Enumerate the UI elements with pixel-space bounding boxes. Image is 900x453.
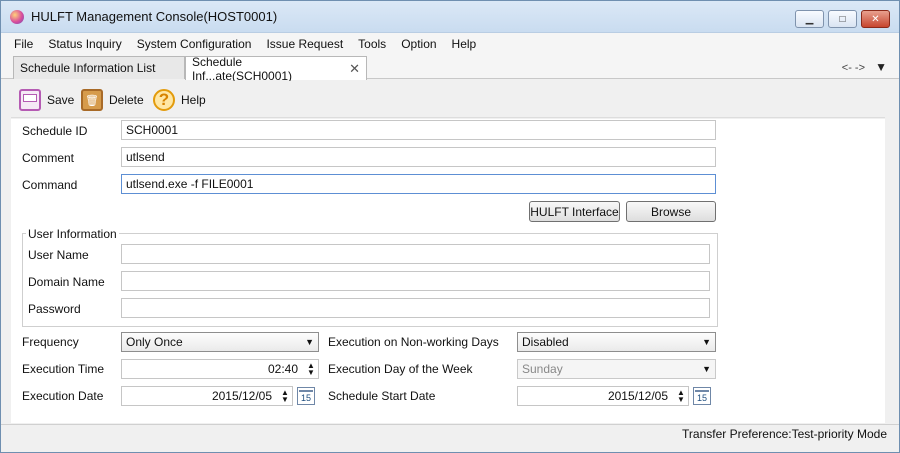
toolbar: Save 🗑 Delete ? Help [11,81,885,118]
non-working-days-label: Execution on Non-working Days [328,335,499,349]
browse-button[interactable]: Browse [626,201,716,222]
app-icon [10,10,24,24]
menu-issue-request[interactable]: Issue Request [266,37,343,51]
window-title: HULFT Management Console(HOST0001) [31,9,278,24]
schedule-id-field[interactable]: SCH0001 [121,120,716,140]
help-label: Help [181,93,206,107]
domain-name-field[interactable] [121,271,710,291]
frequency-value: Only Once [126,335,183,349]
title-bar: HULFT Management Console(HOST0001) ▁ □ ✕ [1,1,899,33]
menu-option[interactable]: Option [401,37,436,51]
frequency-label: Frequency [22,335,79,349]
execution-day-label: Execution Day of the Week [328,362,473,376]
minimize-button[interactable]: ▁ [795,10,824,28]
maximize-button[interactable]: □ [828,10,857,28]
view-menu-icon[interactable]: ▼ [875,60,887,74]
close-icon[interactable]: ✕ [349,61,360,77]
calendar-icon[interactable]: 15 [297,387,315,405]
password-label: Password [28,302,81,316]
frequency-select[interactable]: Only Once ▼ [121,332,319,352]
tab-label: Schedule Inf...ate(SCH0001) [192,54,293,83]
password-field[interactable] [121,298,710,318]
execution-date-spinner[interactable]: 2015/12/05 [121,386,293,406]
save-icon [19,89,41,111]
menu-file[interactable]: File [14,37,33,51]
chevron-down-icon: ▼ [702,364,711,374]
spinner-arrows-icon[interactable]: ▲ ▼ [675,389,687,404]
execution-date-label: Execution Date [22,389,104,403]
menu-bar: File Status Inquiry System Configuration… [1,33,899,55]
spinner-arrows-icon[interactable]: ▲ ▼ [305,362,317,377]
tab-navigation-arrows[interactable]: <- -> [842,62,865,74]
schedule-start-date-spinner[interactable]: 2015/12/05 [517,386,689,406]
menu-system-configuration[interactable]: System Configuration [137,37,252,51]
comment-field[interactable]: utlsend [121,147,716,167]
save-label: Save [47,93,75,107]
user-name-label: User Name [28,248,89,262]
user-name-field[interactable] [121,244,710,264]
non-working-days-select[interactable]: Disabled ▼ [517,332,716,352]
help-icon: ? [153,89,175,111]
execution-time-spinner[interactable]: 02:40 [121,359,319,379]
status-bar: Transfer Preference:Test-priority Mode [1,424,899,452]
hulft-interface-button[interactable]: HULFT Interface [529,201,620,222]
transfer-preference-status: Transfer Preference:Test-priority Mode [682,427,887,441]
user-information-title: User Information [26,227,119,241]
command-label: Command [22,178,78,192]
menu-tools[interactable]: Tools [358,37,386,51]
comment-label: Comment [22,151,75,165]
main-window: HULFT Management Console(HOST0001) ▁ □ ✕… [0,0,900,453]
delete-icon: 🗑 [81,89,103,111]
tab-schedule-information-list[interactable]: Schedule Information List [13,56,185,79]
tab-schedule-information-update[interactable]: Schedule Inf...ate(SCH0001) ✕ [185,54,367,83]
menu-help[interactable]: Help [452,37,477,51]
tab-label: Schedule Information List [20,61,156,75]
chevron-down-icon: ▼ [702,337,711,347]
menu-status-inquiry[interactable]: Status Inquiry [48,37,121,51]
save-button[interactable]: Save [19,86,74,114]
command-field[interactable]: utlsend.exe -f FILE0001 [121,174,716,194]
tab-bar: Schedule Information List Schedule Inf..… [1,54,899,83]
execution-time-label: Execution Time [22,362,105,376]
help-button[interactable]: ? Help [153,86,206,114]
schedule-form: Schedule ID SCH0001 Comment utlsend Comm… [11,119,885,423]
close-window-button[interactable]: ✕ [861,10,890,28]
execution-day-value: Sunday [522,362,563,376]
delete-label: Delete [109,93,144,107]
schedule-id-label: Schedule ID [22,124,88,138]
delete-button[interactable]: 🗑 Delete [81,86,144,114]
domain-name-label: Domain Name [28,275,105,289]
chevron-down-icon: ▼ [305,337,314,347]
spinner-arrows-icon[interactable]: ▲ ▼ [279,389,291,404]
non-working-days-value: Disabled [522,335,569,349]
execution-day-select: Sunday ▼ [517,359,716,379]
calendar-icon[interactable]: 15 [693,387,711,405]
schedule-start-date-label: Schedule Start Date [328,389,436,403]
